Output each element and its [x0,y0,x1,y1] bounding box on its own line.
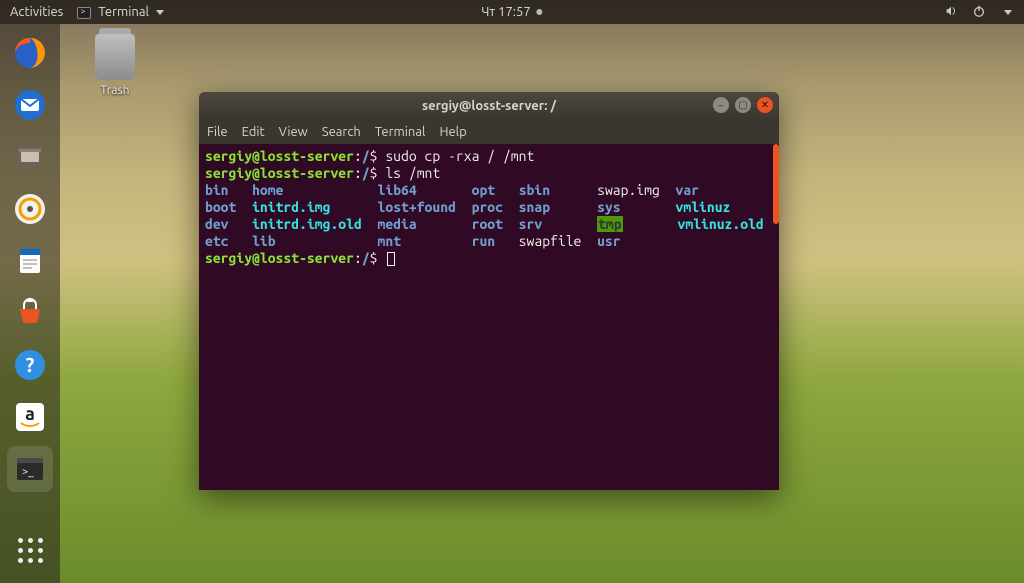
power-icon[interactable] [972,4,986,21]
activities-button[interactable]: Activities [10,5,63,19]
menu-help[interactable]: Help [439,125,466,139]
menu-view[interactable]: View [279,125,308,139]
menu-search[interactable]: Search [322,125,361,139]
svg-text:>_: >_ [22,466,34,478]
svg-text:a: a [25,404,35,424]
terminal-line: sergiy@losst-server:/$ sudo cp -rxa / /m… [205,148,773,165]
dock-item-files[interactable] [7,134,53,180]
dock-item-terminal[interactable]: >_ [7,446,53,492]
notification-dot-icon [537,9,543,15]
dock-item-help[interactable]: ? [7,342,53,388]
dock-item-rhythmbox[interactable] [7,186,53,232]
app-menu[interactable]: Terminal [77,5,164,19]
trash-icon [95,34,135,80]
window-titlebar[interactable]: sergiy@losst-server: / – ▢ ✕ [199,92,779,120]
window-close-button[interactable]: ✕ [757,97,773,113]
show-applications-button[interactable] [7,527,53,573]
dock-item-amazon[interactable]: a [7,394,53,440]
clock-label: Чт 17:57 [481,5,530,19]
desktop-icon-trash[interactable]: Trash [80,34,150,97]
dock: ? a >_ [0,24,60,583]
app-menu-label: Terminal [98,5,149,19]
terminal-body[interactable]: sergiy@losst-server:/$ sudo cp -rxa / /m… [199,144,779,490]
chevron-down-icon [156,10,164,15]
menu-terminal[interactable]: Terminal [375,125,426,139]
terminal-line: sergiy@losst-server:/$ ls /mnt [205,165,773,182]
trash-label: Trash [80,84,150,97]
clock-area[interactable]: Чт 17:57 [481,5,542,19]
window-menubar: File Edit View Search Terminal Help [199,120,779,144]
apps-grid-icon [18,538,43,563]
gnome-topbar: Activities Terminal Чт 17:57 [0,0,1024,24]
svg-text:?: ? [26,353,35,376]
ls-output: bin home lib64 opt sbin swap.img var boo… [205,182,773,250]
menu-edit[interactable]: Edit [242,125,265,139]
scrollbar-thumb[interactable] [773,144,779,224]
dock-item-firefox[interactable] [7,30,53,76]
terminal-prompt-line: sergiy@losst-server:/$ [205,250,773,267]
terminal-window: sergiy@losst-server: / – ▢ ✕ File Edit V… [199,92,779,490]
window-maximize-button[interactable]: ▢ [735,97,751,113]
window-minimize-button[interactable]: – [713,97,729,113]
dock-item-writer[interactable] [7,238,53,284]
dock-item-thunderbird[interactable] [7,82,53,128]
dock-item-software[interactable] [7,290,53,336]
menu-file[interactable]: File [207,125,228,139]
terminal-icon [77,7,91,19]
system-menu-chevron-icon[interactable] [1004,10,1012,15]
volume-icon[interactable] [944,4,958,21]
cursor-icon [387,252,395,266]
window-title: sergiy@losst-server: / [422,99,556,113]
